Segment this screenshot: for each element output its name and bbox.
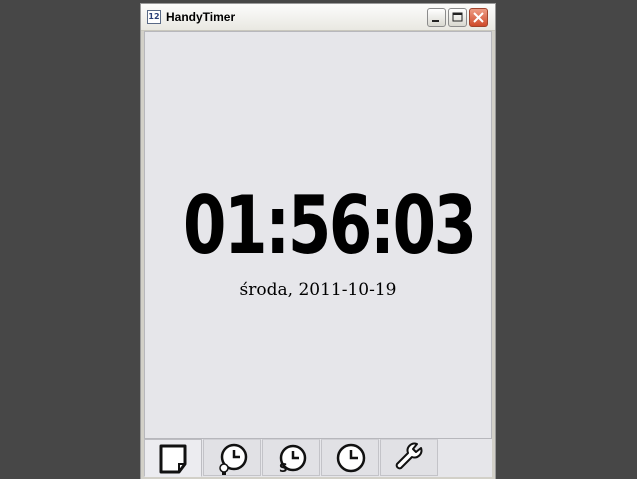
- stopwatch-icon: S: [279, 444, 307, 475]
- clock-panel: 01:56:03 środa, 2011-10-19: [144, 31, 492, 439]
- tab-alarm[interactable]: [203, 439, 261, 476]
- tab-timer[interactable]: [321, 439, 379, 476]
- clock-time: 01:56:03: [183, 179, 477, 272]
- bottom-tab-bar: S: [144, 439, 492, 477]
- alarm-clock-icon: [219, 443, 248, 475]
- tab-settings[interactable]: [380, 439, 438, 476]
- clock-icon: [336, 443, 366, 473]
- svg-text:S: S: [279, 461, 288, 475]
- title-bar[interactable]: 12 HandyTimer: [141, 4, 495, 31]
- clock-date: środa, 2011-10-19: [239, 280, 397, 300]
- app-window: 12 HandyTimer 01:56:03 środa, 2011-10-19: [140, 3, 496, 479]
- window-title: HandyTimer: [166, 10, 236, 24]
- tab-stopwatch[interactable]: S: [262, 439, 320, 476]
- tab-clock-page[interactable]: [144, 439, 202, 477]
- maximize-button[interactable]: [448, 8, 467, 27]
- minimize-icon: [432, 20, 439, 22]
- wrench-icon: [395, 442, 423, 470]
- close-icon: [473, 12, 484, 23]
- minimize-button[interactable]: [427, 8, 446, 27]
- calendar-12-icon[interactable]: 12: [147, 10, 161, 24]
- maximize-icon: [452, 12, 463, 22]
- page-icon: [159, 444, 187, 474]
- close-button[interactable]: [469, 8, 488, 27]
